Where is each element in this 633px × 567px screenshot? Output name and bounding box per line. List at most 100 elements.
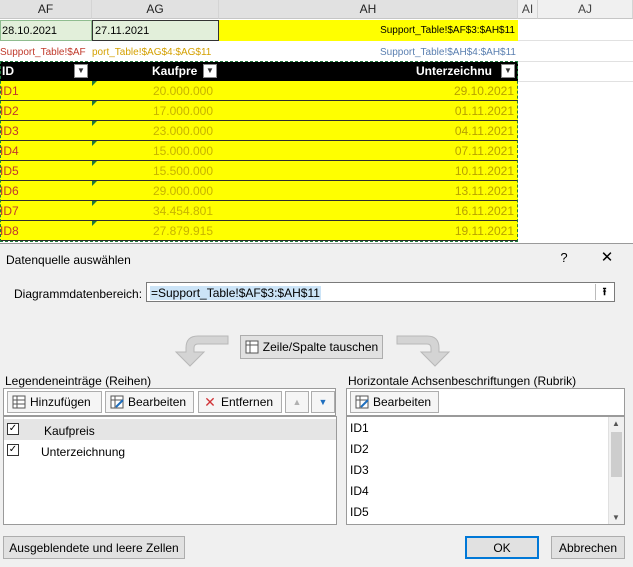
cell-date: 07.11.2021	[454, 144, 514, 158]
cell-id: ID8	[0, 224, 19, 238]
left-arrow-icon	[174, 335, 229, 367]
ref-af: Support_Table!$AF	[0, 47, 86, 58]
filter-dropdown-date[interactable]: ▼	[501, 64, 515, 78]
ref-ah: Support_Table!$AH$4:$AH$11	[379, 47, 516, 58]
table-header-row: ID ▼ Kaufpre ▼ Unterzeichnu ▼	[0, 62, 518, 81]
cell-id: ID6	[0, 184, 19, 198]
edit-axis-button[interactable]: Bearbeiten	[350, 391, 439, 413]
cell-id: ID1	[0, 84, 19, 98]
cell-id: ID2	[0, 104, 19, 118]
add-series-label: Hinzufügen	[30, 395, 91, 409]
scroll-down-icon[interactable]: ▼	[612, 513, 620, 522]
ref-ag: port_Table!$AG$4:$AG$11	[92, 47, 212, 58]
error-indicator-icon	[92, 141, 97, 146]
table-row[interactable]: ID2 17.000.000 01.11.2021	[0, 101, 518, 121]
legend-series-list: ✓ Kaufpreis ✓ Unterzeichnung	[3, 416, 337, 525]
collapse-range-icon[interactable]: ⭱	[595, 284, 613, 300]
chart-range-label: Diagrammdatenbereich:	[14, 287, 143, 301]
column-header-af[interactable]: AF	[0, 0, 92, 19]
cell-date: 16.11.2021	[454, 204, 514, 218]
cell-id: ID4	[0, 144, 19, 158]
remove-series-label: Entfernen	[221, 395, 274, 409]
cell-ah-top[interactable]: Support_Table!$AF$3:$AH$11	[219, 20, 518, 41]
cell-price: 29.000.000	[152, 184, 213, 198]
cell-date: 13.11.2021	[454, 184, 514, 198]
hidden-empty-cells-button[interactable]: Ausgeblendete und leere Zellen	[3, 536, 185, 559]
table-row[interactable]: ID1 20.000.000 29.10.2021	[0, 81, 518, 101]
header-price: Kaufpre	[152, 64, 198, 78]
table-row[interactable]: ID7 34.454.801 16.11.2021	[0, 201, 518, 221]
add-icon	[12, 395, 26, 409]
remove-series-button[interactable]: ✕ Entfernen	[198, 391, 282, 413]
error-indicator-icon	[92, 161, 97, 166]
error-indicator-icon	[92, 201, 97, 206]
filter-dropdown-price[interactable]: ▼	[203, 64, 217, 78]
column-header-ah[interactable]: AH	[219, 0, 518, 19]
series-label: Unterzeichnung	[41, 445, 126, 459]
column-header-ai[interactable]: AI	[518, 0, 538, 19]
add-series-button[interactable]: Hinzufügen	[7, 391, 102, 413]
cell-id: ID5	[0, 164, 19, 178]
close-button[interactable]: ✕	[598, 248, 616, 266]
table-row[interactable]: ID8 27.879.915 19.11.2021	[0, 221, 518, 241]
error-indicator-icon	[92, 101, 97, 106]
column-header-aj[interactable]: AJ	[538, 0, 633, 19]
select-data-source-dialog: Datenquelle auswählen ? ✕ Diagrammdatenb…	[0, 243, 633, 567]
error-indicator-icon	[92, 221, 97, 226]
cell-date: 19.11.2021	[454, 224, 514, 238]
cell-date: 10.11.2021	[454, 164, 514, 178]
cell-id: ID7	[0, 204, 19, 218]
list-item[interactable]: ID4	[350, 484, 369, 498]
scroll-up-icon[interactable]: ▲	[612, 419, 620, 428]
scroll-thumb[interactable]	[611, 432, 622, 477]
list-item[interactable]: ID5	[350, 505, 369, 519]
series-label: Kaufpreis	[44, 424, 95, 438]
move-down-button[interactable]: ▼	[311, 391, 335, 413]
series-checkbox[interactable]: ✓	[7, 423, 19, 435]
remove-icon: ✕	[204, 394, 216, 410]
cell-id: ID3	[0, 124, 19, 138]
cancel-label: Abbrechen	[558, 540, 618, 555]
table-row[interactable]: ID3 23.000.000 04.11.2021	[0, 121, 518, 141]
series-checkbox[interactable]: ✓	[7, 444, 19, 456]
list-item[interactable]: ✓ Kaufpreis	[4, 419, 336, 440]
move-up-button[interactable]: ▲	[285, 391, 309, 413]
hidden-empty-cells-label: Ausgeblendete und leere Zellen	[9, 540, 179, 555]
list-item[interactable]: ID2	[350, 442, 369, 456]
cancel-button[interactable]: Abbrechen	[551, 536, 625, 559]
list-item[interactable]: ID3	[350, 463, 369, 477]
header-date: Unterzeichnu	[416, 64, 493, 78]
list-item[interactable]: ID1	[350, 421, 369, 435]
edit-icon	[110, 395, 124, 409]
list-item[interactable]: ✓ Unterzeichnung	[4, 440, 336, 461]
spreadsheet-area: AF AG AH AI AJ 28.10.2021 27.11.2021 Sup…	[0, 0, 633, 245]
cell-ag-top[interactable]: 27.11.2021	[92, 20, 219, 41]
cell-af-top[interactable]: 28.10.2021	[0, 20, 92, 41]
help-button[interactable]: ?	[557, 250, 571, 265]
table-row[interactable]: ID6 29.000.000 13.11.2021	[0, 181, 518, 201]
vertical-scrollbar[interactable]: ▲ ▼	[608, 417, 624, 524]
edit-axis-label: Bearbeiten	[373, 395, 432, 409]
filter-dropdown-id[interactable]: ▼	[74, 64, 88, 78]
error-indicator-icon	[92, 181, 97, 186]
chart-range-input[interactable]: =Support_Table!$AF$3:$AH$11 ⭱	[146, 282, 615, 302]
table-row[interactable]: ID5 15.500.000 10.11.2021	[0, 161, 518, 181]
axis-toolbar: Bearbeiten	[346, 388, 625, 416]
cell-price: 23.000.000	[152, 124, 213, 138]
edit-series-button[interactable]: Bearbeiten	[105, 391, 194, 413]
cell-ag-top-text: 27.11.2021	[95, 25, 150, 37]
ok-button[interactable]: OK	[465, 536, 539, 559]
table-row[interactable]: ID4 15.000.000 07.11.2021	[0, 141, 518, 161]
cell-price: 34.454.801	[152, 204, 213, 218]
cell-date: 01.11.2021	[454, 104, 514, 118]
cell-price: 27.879.915	[152, 224, 213, 238]
edit-series-label: Bearbeiten	[128, 395, 187, 409]
switch-row-column-button[interactable]: Zeile/Spalte tauschen	[240, 335, 383, 359]
column-header-ag[interactable]: AG	[92, 0, 219, 19]
chart-range-value: =Support_Table!$AF$3:$AH$11	[150, 286, 321, 300]
cell-ah-top-text: Support_Table!$AF$3:$AH$11	[380, 25, 515, 36]
error-indicator-icon	[92, 81, 97, 86]
cell-af-top-text: 28.10.2021	[2, 25, 58, 37]
switch-row-column-label: Zeile/Spalte tauschen	[262, 340, 379, 354]
dialog-title: Datenquelle auswählen	[6, 253, 131, 267]
